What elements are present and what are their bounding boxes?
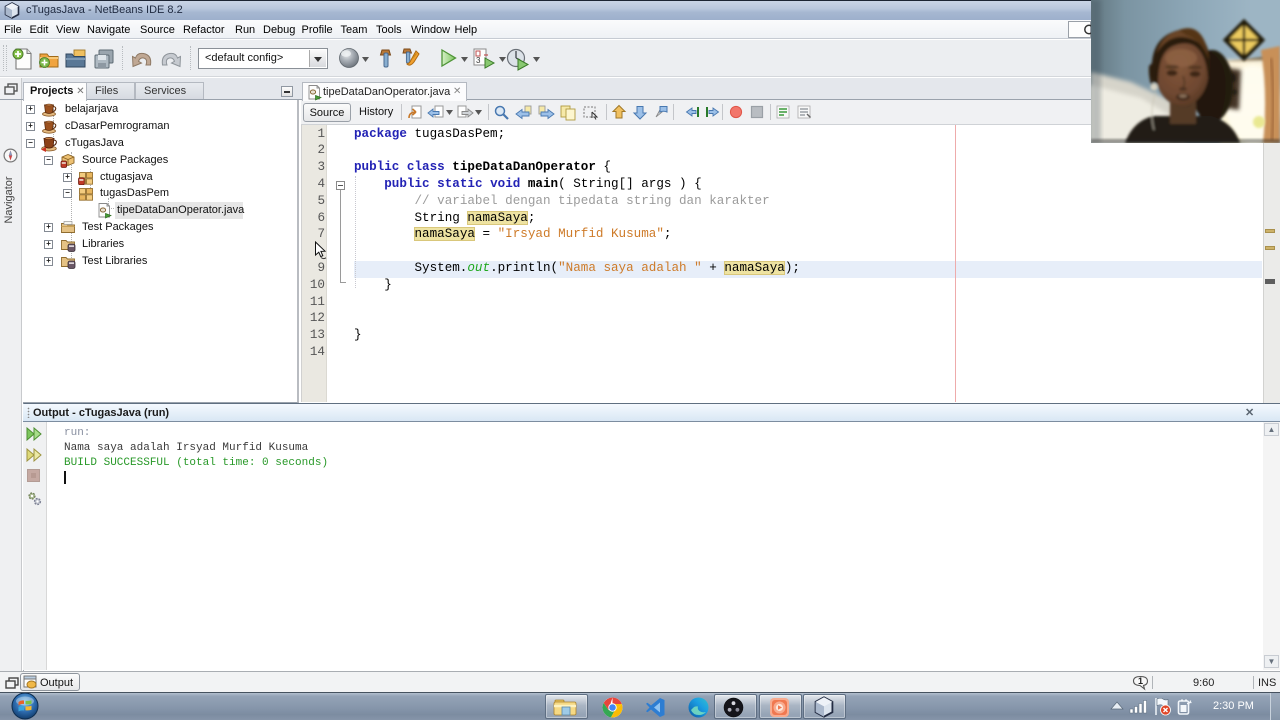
svg-text:1: 1 <box>1138 676 1143 686</box>
